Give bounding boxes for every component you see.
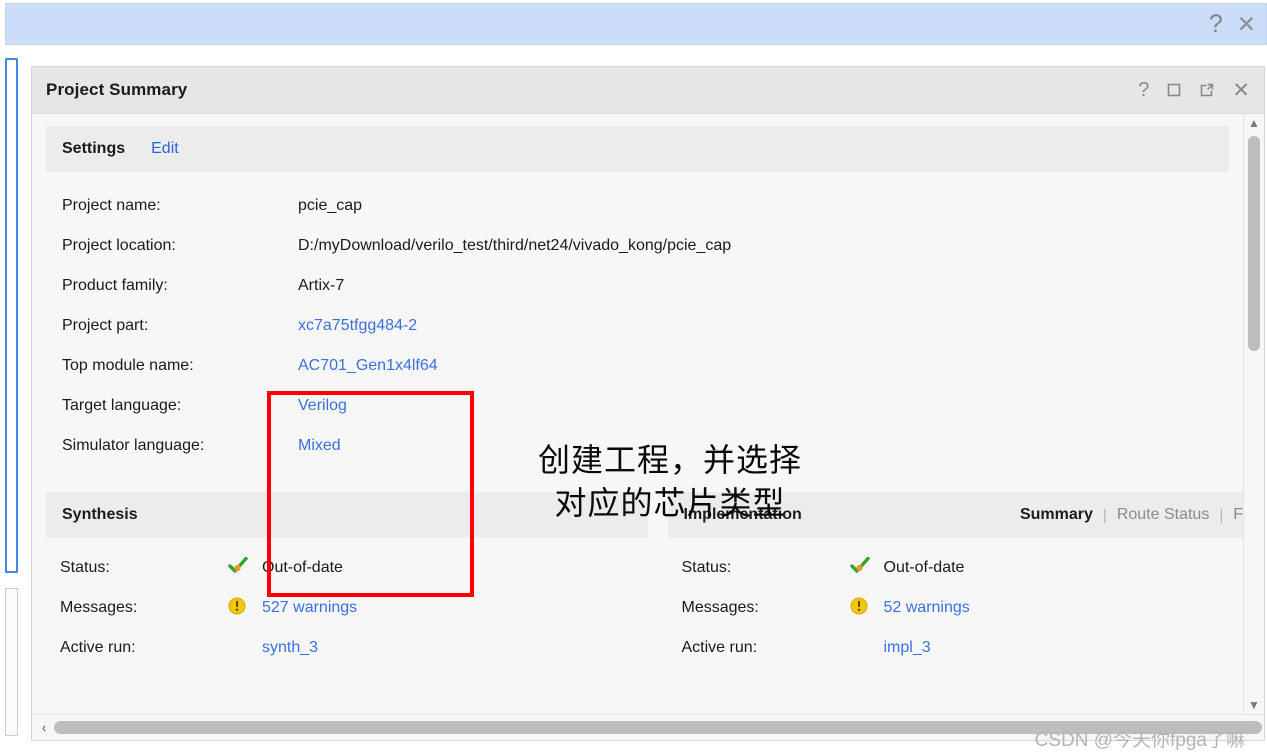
check-orange-icon [228, 556, 250, 580]
implementation-messages-link[interactable]: 52 warnings [884, 599, 970, 617]
window-topbar-icons: ? ✕ [1209, 11, 1266, 37]
implementation-status-value: Out-of-date [883, 559, 965, 576]
horizontal-scroll-thumb[interactable] [54, 721, 1262, 734]
chevron-left-icon[interactable]: ‹ [34, 720, 54, 735]
vertical-scrollbar[interactable]: ▲ ▼ [1243, 114, 1264, 714]
check-orange-icon [849, 556, 872, 580]
settings-key: Top module name: [62, 357, 194, 374]
tab-failed-nets[interactable]: Fail [1233, 506, 1243, 524]
annotation-note-text: 创建工程，并选择 对应的芯片类型 [537, 441, 802, 522]
horizontal-scrollbar[interactable]: ‹ [32, 714, 1264, 740]
synthesis-row-active-run: Active run: synth_3 [60, 628, 648, 668]
settings-value-link[interactable]: Mixed [298, 437, 341, 455]
warning-icon [850, 597, 872, 620]
project-summary-panel: Project Summary ? ✕ Settings Edit Projec… [31, 66, 1265, 741]
settings-value: D:/myDownload/verilo_test/third/net24/vi… [298, 237, 732, 254]
implementation-row-status: Status: Out-of-date [682, 548, 1244, 588]
chevron-up-icon[interactable]: ▲ [1248, 116, 1260, 130]
implementation-tabs: Summary | Route Status | Fail [1020, 506, 1243, 524]
implementation-key: Messages: [681, 599, 759, 616]
panel-float-icon[interactable] [1199, 82, 1215, 98]
settings-key: Project location: [62, 237, 176, 254]
settings-value: Artix-7 [298, 277, 345, 294]
implementation-messages-cell: 52 warnings [850, 597, 970, 620]
synthesis-active-run-cell: synth_3 [228, 639, 318, 657]
panel-content-row: Settings Edit Project name: pcie_cap Pro… [32, 114, 1264, 714]
help-icon[interactable]: ? [1209, 11, 1223, 37]
settings-key: Project name: [62, 197, 161, 214]
panel-maximize-icon[interactable] [1166, 82, 1182, 98]
settings-row-project-part: Project part: xc7a75tfgg484-2 [62, 306, 1229, 346]
horizontal-scroll-track[interactable] [54, 721, 1262, 734]
synthesis-key: Active run: [60, 639, 136, 656]
close-icon[interactable]: ✕ [1237, 12, 1256, 36]
settings-row-project-name: Project name: pcie_cap [62, 186, 1229, 226]
settings-section: Settings Edit Project name: pcie_cap Pro… [46, 126, 1229, 466]
synthesis-status-cell: Out-of-date [228, 556, 343, 580]
warning-icon [228, 597, 250, 620]
panel-title-icons: ? ✕ [1138, 80, 1250, 101]
settings-row-product-family: Product family: Artix-7 [62, 266, 1229, 306]
synthesis-row-status: Status: Out-of-date [60, 548, 648, 588]
implementation-status-cell: Out-of-date [849, 556, 965, 580]
tab-summary[interactable]: Summary [1020, 506, 1093, 524]
implementation-key: Status: [681, 559, 732, 576]
synthesis-active-run-link[interactable]: synth_3 [262, 639, 318, 657]
settings-value-link[interactable]: AC701_Gen1x4lf64 [298, 357, 438, 375]
vertical-scroll-thumb[interactable] [1248, 136, 1260, 351]
implementation-active-run-cell: impl_3 [850, 639, 931, 657]
panel-body: Settings Edit Project name: pcie_cap Pro… [32, 114, 1264, 740]
settings-key: Project part: [62, 317, 149, 334]
implementation-row-active-run: Active run: impl_3 [682, 628, 1244, 668]
settings-value: pcie_cap [298, 197, 363, 214]
synthesis-messages-link[interactable]: 527 warnings [262, 599, 357, 617]
settings-key: Target language: [62, 397, 182, 414]
tab-separator: | [1102, 506, 1107, 524]
left-secondary-bar[interactable] [5, 588, 18, 736]
synthesis-messages-cell: 527 warnings [228, 597, 357, 620]
implementation-key: Active run: [681, 639, 758, 656]
screenshot-root: ? ✕ Project Summary ? ✕ Settings Edit Pr… [0, 0, 1267, 756]
synthesis-key: Status: [60, 559, 110, 576]
vertical-scroll-track[interactable] [1244, 130, 1264, 698]
synthesis-title: Synthesis [62, 506, 138, 523]
window-topbar: ? ✕ [5, 3, 1267, 45]
implementation-table: Status: Out-of-date Messages: 52 warning… [668, 548, 1244, 668]
chevron-down-icon[interactable]: ▼ [1248, 698, 1260, 714]
settings-row-top-module-name: Top module name: AC701_Gen1x4lf64 [62, 346, 1229, 386]
settings-row-project-location: Project location: D:/myDownload/verilo_t… [62, 226, 1229, 266]
settings-row-target-language: Target language: Verilog [62, 386, 1229, 426]
settings-value-link[interactable]: Verilog [298, 397, 347, 415]
settings-key: Product family: [62, 277, 168, 294]
page-title: Project Summary [46, 80, 188, 99]
synthesis-table: Status: Out-of-date Messages: 527 warnin… [46, 548, 648, 668]
tab-separator: | [1219, 506, 1224, 524]
synthesis-status-value: Out-of-date [262, 559, 343, 576]
panel-close-icon[interactable]: ✕ [1232, 80, 1250, 101]
implementation-active-run-link[interactable]: impl_3 [884, 639, 931, 657]
settings-title: Settings [62, 140, 126, 157]
settings-edit-link[interactable]: Edit [151, 140, 179, 158]
panel-help-icon[interactable]: ? [1138, 80, 1149, 100]
left-selection-bar[interactable] [5, 58, 18, 573]
synthesis-row-messages: Messages: 527 warnings [60, 588, 648, 628]
settings-header: Settings Edit [46, 126, 1229, 172]
synthesis-key: Messages: [60, 599, 138, 616]
panel-scroll-content: Settings Edit Project name: pcie_cap Pro… [32, 114, 1243, 714]
implementation-row-messages: Messages: 52 warnings [682, 588, 1244, 628]
panel-title-bar: Project Summary ? ✕ [32, 67, 1264, 114]
settings-value-link[interactable]: xc7a75tfgg484-2 [298, 317, 417, 335]
settings-table: Project name: pcie_cap Project location:… [46, 186, 1229, 466]
settings-key: Simulator language: [62, 437, 205, 454]
tab-route-status[interactable]: Route Status [1117, 506, 1210, 524]
